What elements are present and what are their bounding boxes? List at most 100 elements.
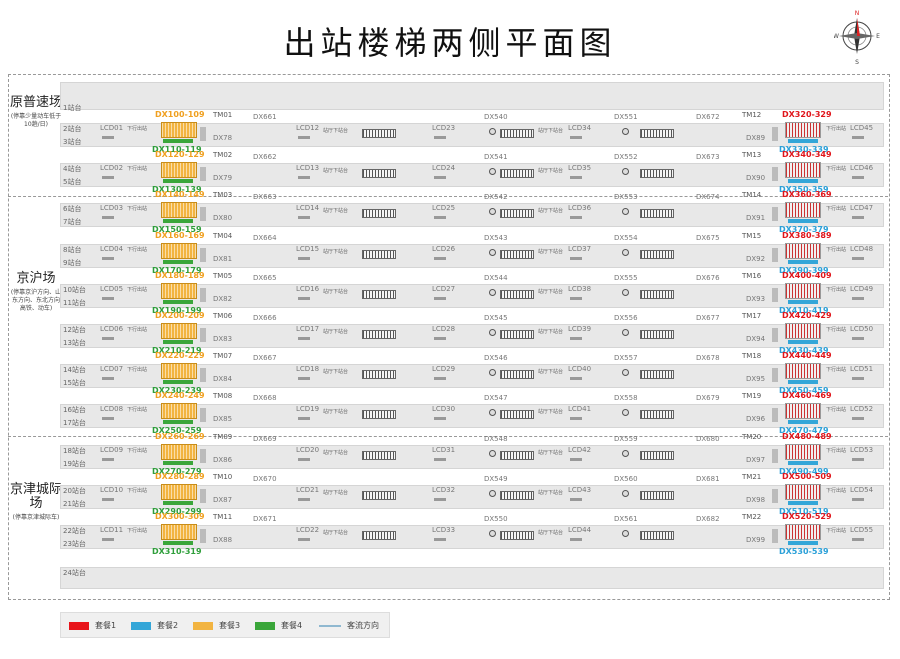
fan-icon (622, 329, 629, 336)
escalator (640, 129, 674, 138)
stair-pillar (772, 408, 778, 423)
escalator (500, 249, 534, 259)
dx-label: DX674 (696, 193, 720, 202)
svg-text:S: S (855, 59, 859, 66)
lcd-label: LCD29 (432, 365, 456, 374)
lcd-label: LCD32 (432, 485, 456, 494)
tm-label: TM17 (742, 312, 762, 320)
dx-label: DX665 (253, 273, 277, 282)
lcd-screen (570, 497, 582, 501)
platform-band (60, 82, 884, 110)
lcd-label: LCD26 (432, 244, 456, 253)
escalator (362, 450, 396, 460)
dx-label: DX681 (696, 474, 720, 483)
platform-label: 19站台 (63, 459, 86, 468)
lcd-screen (852, 457, 864, 461)
legend-swatch (69, 621, 89, 630)
dx-label: DX89 (746, 134, 766, 142)
exit-stair (785, 524, 821, 540)
dx-label: DX95 (746, 375, 766, 384)
dx-label: DX554 (614, 233, 638, 242)
lcd-screen (570, 216, 582, 220)
tm-label: TM04 (213, 231, 233, 240)
dx-label: DX97 (746, 455, 766, 464)
tm-label: TM16 (742, 271, 762, 280)
lcd-label: LCD30 (432, 405, 456, 414)
stair-pillar (772, 368, 778, 383)
lcd-label: LCD04 (100, 244, 124, 253)
lcd-label: LCD44 (568, 526, 592, 534)
escalator-label: 站厅下站台 (538, 288, 564, 295)
lcd-label: LCD38 (568, 284, 592, 293)
exit-stair (161, 363, 197, 380)
escalator (362, 129, 396, 138)
escalator-label: 站厅下站台 (538, 369, 564, 376)
stair-code-label: DX310-319 (152, 547, 202, 556)
tm-label: TM03 (213, 191, 233, 200)
dx-label: DX667 (253, 354, 277, 363)
exit-stair (161, 122, 197, 138)
lcd-label: LCD51 (850, 365, 874, 374)
stair-strip (788, 541, 818, 545)
dx-label: DX549 (484, 474, 508, 483)
lcd-label: LCD18 (296, 365, 320, 374)
stair-strip (163, 420, 193, 425)
exit-stair (161, 282, 197, 299)
lcd-screen (852, 216, 864, 220)
dx-label: DX673 (696, 153, 720, 162)
lcd-label: LCD11 (100, 526, 124, 534)
platform-label: 8站台 (63, 245, 82, 254)
dx-label: DX668 (253, 394, 277, 403)
lcd-screen (298, 417, 310, 421)
lcd-label: LCD14 (296, 204, 320, 213)
stair-strip (163, 179, 193, 184)
stair-pillar (200, 127, 206, 141)
fan-icon (489, 449, 496, 457)
fan-icon (489, 248, 496, 256)
stair-pillar (200, 368, 206, 383)
stair-direction-label: 下行出站 (826, 487, 847, 494)
stair-direction-label: 下行出站 (127, 246, 148, 253)
dx-label: DX82 (213, 294, 233, 303)
dx-label: DX80 (213, 214, 233, 223)
lcd-label: LCD43 (568, 485, 592, 494)
fan-icon (489, 329, 496, 336)
stair-direction-label: 下行出站 (127, 166, 148, 173)
stair-strip (788, 380, 818, 385)
escalator (362, 249, 396, 259)
stair-direction-label: 下行出站 (127, 327, 148, 333)
exit-stair (785, 282, 821, 299)
tm-label: TM18 (742, 352, 762, 361)
dx-label: DX541 (484, 153, 508, 162)
escalator (640, 169, 674, 179)
dx-label: DX670 (253, 474, 277, 483)
lcd-label: LCD36 (568, 204, 592, 213)
lcd-label: LCD07 (100, 365, 124, 374)
dx-label: DX98 (746, 495, 766, 504)
legend-label: 套餐4 (281, 621, 303, 630)
fan-icon (622, 128, 629, 135)
stair-direction-label: 下行出站 (127, 367, 148, 374)
exit-stair (161, 323, 197, 339)
stair-code-label: DX300-309 (155, 512, 205, 521)
stair-direction-label: 下行出站 (826, 407, 847, 414)
zone-name: 原普速场 (10, 95, 63, 110)
escalator (500, 209, 534, 219)
zone-label: 京津城际场 (停靠京津城际车) (10, 483, 62, 522)
zone-note: (停靠京津城际车) (12, 514, 60, 521)
escalator-label: 站厅下站台 (538, 489, 564, 496)
exit-stair (785, 323, 821, 339)
exit-stair (785, 483, 821, 500)
stair-code-label: DX520-529 (782, 512, 832, 521)
lcd-screen (102, 457, 114, 461)
escalator-label: 站厅下站台 (538, 208, 564, 215)
escalator (500, 289, 534, 299)
lcd-label: LCD15 (296, 244, 320, 253)
lcd-screen (570, 337, 582, 340)
lcd-screen (570, 538, 582, 541)
dx-label: DX559 (614, 434, 638, 443)
dx-label: DX99 (746, 536, 766, 544)
stair-pillar (200, 247, 206, 262)
stair-code-label: DX380-389 (782, 230, 832, 240)
fan-icon (489, 530, 496, 537)
